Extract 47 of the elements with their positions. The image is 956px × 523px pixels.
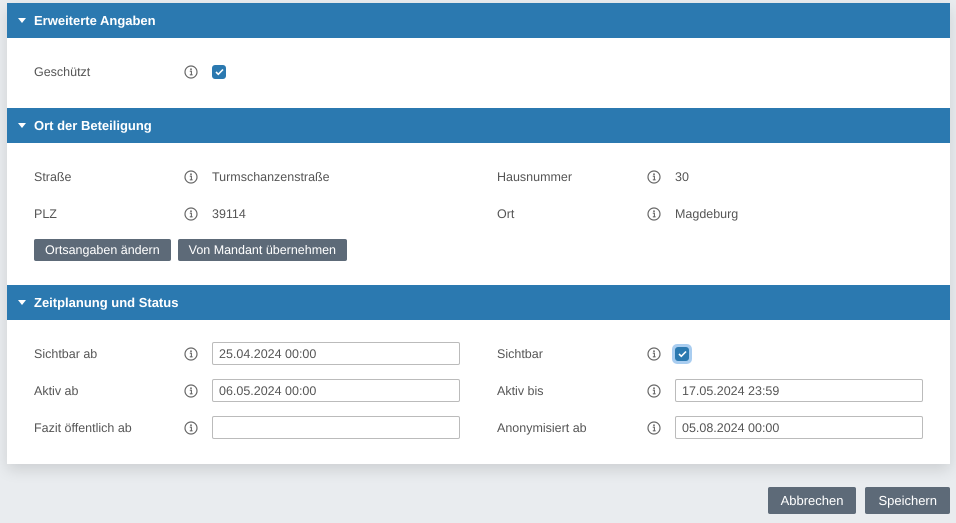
field-value: 30	[675, 170, 690, 184]
field-label: Sichtbar	[497, 346, 544, 360]
info-icon[interactable]	[184, 64, 198, 78]
section-title: Zeitplanung und Status	[34, 295, 178, 310]
info-icon[interactable]	[647, 206, 661, 220]
info-icon[interactable]	[184, 346, 198, 360]
info-icon[interactable]	[647, 420, 661, 434]
footer-button[interactable]: Abbrechen	[768, 487, 856, 514]
section-header[interactable]: Zeitplanung und Status	[7, 285, 950, 320]
field-value: 39114	[212, 206, 247, 220]
info-icon[interactable]	[647, 384, 661, 398]
check-icon	[678, 350, 686, 358]
field-label: Anonymisiert ab	[497, 420, 588, 434]
field-label: PLZ	[34, 206, 58, 220]
section-title: Erweiterte Angaben	[34, 13, 156, 28]
field-label: Hausnummer	[497, 170, 574, 184]
info-icon[interactable]	[647, 170, 661, 184]
caret-icon	[18, 123, 26, 128]
date-field[interactable]: 17.05.2024 23:59	[675, 379, 923, 402]
field-label: Fazit öffentlich ab	[34, 420, 133, 434]
section-title: Ort der Beteiligung	[34, 118, 152, 133]
section-header[interactable]: Erweiterte Angaben	[7, 3, 950, 38]
field-value: Magdeburg	[675, 206, 740, 220]
field-label: Geschützt	[34, 64, 92, 78]
field-label: Aktiv ab	[34, 384, 80, 398]
date-field[interactable]: 06.05.2024 00:00	[212, 379, 460, 402]
footer-button[interactable]: Speichern	[865, 487, 950, 514]
field-label: Aktiv bis	[497, 384, 545, 398]
checkbox[interactable]	[212, 64, 226, 78]
field-value: Turmschanzenstraße	[212, 170, 331, 184]
action-button[interactable]: Von Mandant übernehmen	[178, 239, 348, 261]
date-field[interactable]: 25.04.2024 00:00	[212, 342, 460, 365]
info-icon[interactable]	[647, 346, 661, 360]
check-icon	[214, 68, 224, 76]
caret-icon	[18, 300, 26, 305]
field-label: Straße	[34, 170, 73, 184]
caret-icon	[18, 18, 26, 23]
info-icon[interactable]	[184, 206, 198, 220]
info-icon[interactable]	[184, 420, 198, 434]
field-label: Ort	[497, 206, 516, 220]
date-field[interactable]	[212, 416, 460, 439]
section-header[interactable]: Ort der Beteiligung	[7, 108, 950, 143]
info-icon[interactable]	[184, 384, 198, 398]
date-field[interactable]: 05.08.2024 00:00	[675, 416, 923, 439]
action-button[interactable]: Ortsangaben ändern	[34, 239, 171, 261]
field-label: Sichtbar ab	[34, 346, 98, 360]
info-icon[interactable]	[184, 170, 198, 184]
